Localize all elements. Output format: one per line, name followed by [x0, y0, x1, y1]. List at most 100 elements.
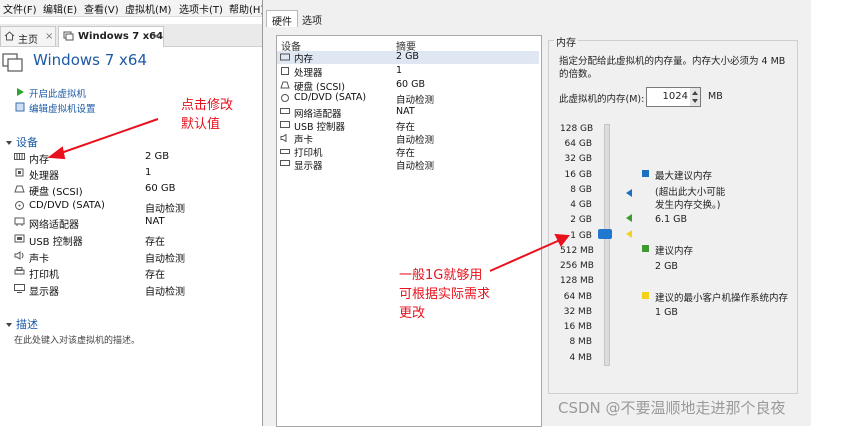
- tick-label: 16 GB: [564, 170, 592, 180]
- memory-slider-track[interactable]: [604, 124, 610, 366]
- tick-label: 128 GB: [560, 124, 594, 134]
- device-row-display[interactable]: 显示器 自动检测: [14, 282, 254, 298]
- power-on-link[interactable]: 开启此虚拟机: [29, 86, 86, 100]
- edit-settings-link[interactable]: 编辑虚拟机设置: [29, 101, 96, 115]
- close-icon[interactable]: ×: [45, 31, 53, 42]
- background: [811, 0, 865, 426]
- close-icon[interactable]: ×: [152, 31, 160, 42]
- disk-icon: [280, 81, 290, 89]
- cd-icon: [15, 201, 24, 210]
- display-icon: [280, 160, 290, 166]
- device-row-memory[interactable]: 内存 2 GB: [14, 150, 254, 166]
- guest-min-marker-icon: [626, 230, 632, 238]
- annotation-line: 默认值: [181, 117, 221, 132]
- memory-input[interactable]: 1024: [646, 87, 692, 107]
- menu-file[interactable]: 文件(F): [3, 1, 37, 16]
- memory-spinner[interactable]: [690, 87, 701, 107]
- collapse-icon[interactable]: [5, 321, 13, 329]
- device-name: 内存: [29, 155, 49, 166]
- annotation-line: 更改: [399, 306, 426, 321]
- device-value: 60 GB: [145, 183, 176, 194]
- sound-icon: [14, 251, 24, 260]
- vm-large-icon: [2, 53, 23, 72]
- memory-help-line: 的倍数。: [559, 69, 598, 80]
- annotation-line: 可根据实际需求: [399, 287, 491, 302]
- hw-row-network[interactable]: 网络适配器 NAT: [277, 106, 539, 120]
- play-icon: [17, 88, 24, 96]
- menu-help[interactable]: 帮助(H): [229, 1, 264, 16]
- hw-name: 打印机: [294, 148, 323, 159]
- device-value: 自动检测: [145, 204, 185, 215]
- max-recommended-note: 发生内存交换。): [655, 200, 721, 211]
- spinner-arrows-icon[interactable]: [690, 88, 700, 106]
- device-row-usb[interactable]: USB 控制器 存在: [14, 232, 254, 248]
- memory-icon: [14, 153, 25, 160]
- hw-value: 2 GB: [396, 51, 419, 62]
- device-value: 2 GB: [145, 151, 170, 162]
- hw-row-memory[interactable]: 内存 2 GB: [277, 51, 539, 65]
- device-name: 硬盘 (SCSI): [29, 187, 83, 198]
- hw-name: 网络适配器: [294, 109, 342, 120]
- tick-label: 32 MB: [563, 307, 592, 317]
- device-value: 自动检测: [145, 254, 185, 265]
- tab-home[interactable]: 主页 ×: [0, 26, 56, 46]
- edit-settings-icon: [15, 102, 25, 112]
- hw-value: 60 GB: [396, 79, 425, 90]
- hw-row-disk[interactable]: 硬盘 (SCSI) 60 GB: [277, 79, 539, 93]
- vm-icon: [63, 31, 74, 41]
- tick-label: 64 GB: [564, 139, 592, 149]
- hw-row-usb[interactable]: USB 控制器 存在: [277, 119, 539, 133]
- cpu-icon: [281, 67, 289, 75]
- hw-row-sound[interactable]: 声卡 自动检测: [277, 132, 539, 146]
- collapse-icon[interactable]: [5, 139, 13, 147]
- device-row-sound[interactable]: 声卡 自动检测: [14, 249, 254, 265]
- device-row-cpu[interactable]: 处理器 1: [14, 166, 254, 182]
- cd-icon: [281, 94, 289, 102]
- disk-icon: [14, 185, 25, 193]
- max-recommended-value: 6.1 GB: [655, 214, 688, 225]
- hw-value: 自动检测: [396, 135, 435, 146]
- tab-options[interactable]: 选项: [297, 10, 327, 27]
- tab-vm[interactable]: Windows 7 x64 ×: [58, 26, 164, 47]
- device-row-disk[interactable]: 硬盘 (SCSI) 60 GB: [14, 182, 254, 198]
- hw-row-cpu[interactable]: 处理器 1: [277, 65, 539, 79]
- devices-header: 设备: [16, 136, 38, 149]
- device-row-cd[interactable]: CD/DVD (SATA) 自动检测: [14, 199, 254, 215]
- device-name: 网络适配器: [29, 220, 79, 231]
- tab-strip: 主页 × Windows 7 x64 ×: [0, 24, 262, 47]
- max-recommended-label: 最大建议内存: [655, 171, 713, 182]
- description-field[interactable]: 在此处键入对该虚拟机的描述。: [14, 333, 140, 346]
- menu-view[interactable]: 查看(V): [84, 1, 119, 16]
- device-value: NAT: [145, 216, 165, 227]
- sound-icon: [280, 134, 287, 142]
- vm-title: Windows 7 x64: [33, 51, 148, 69]
- hw-name: 显示器: [294, 161, 323, 172]
- arrow-to-memory: [57, 118, 159, 155]
- recommended-value: 2 GB: [655, 261, 678, 272]
- recommended-label: 建议内存: [655, 246, 694, 257]
- hw-name: USB 控制器: [294, 122, 346, 133]
- menu-tabs[interactable]: 选项卡(T): [179, 1, 223, 16]
- hw-row-cd[interactable]: CD/DVD (SATA) 自动检测: [277, 92, 539, 106]
- memory-input-value: 1024: [662, 91, 688, 102]
- hw-row-display[interactable]: 显示器 自动检测: [277, 158, 539, 172]
- hw-row-printer[interactable]: 打印机 存在: [277, 145, 539, 159]
- display-icon: [14, 284, 25, 293]
- tick-label: 512 MB: [560, 246, 594, 256]
- annotation-line: 一般1G就够用: [399, 268, 483, 283]
- tab-vm-label: Windows 7 x64: [78, 31, 164, 42]
- hardware-list[interactable]: 设备 摘要 内存 2 GB 处理器 1 硬盘 (SCSI) 60 GB CD/D…: [276, 35, 542, 427]
- tab-home-label: 主页: [18, 35, 38, 46]
- memory-slider-thumb[interactable]: [598, 229, 612, 239]
- menu-edit[interactable]: 编辑(E): [43, 1, 77, 16]
- tick-label: 32 GB: [564, 154, 592, 164]
- tick-label: 4 GB: [570, 200, 592, 210]
- tab-hardware[interactable]: 硬件: [266, 10, 298, 28]
- memory-help-line: 指定分配给此虚拟机的内存量。内存大小必须为 4 MB: [559, 56, 786, 67]
- device-row-network[interactable]: 网络适配器 NAT: [14, 215, 254, 231]
- tick-label: 8 GB: [570, 185, 592, 195]
- menu-vm[interactable]: 虚拟机(M): [125, 1, 171, 16]
- guest-min-legend-swatch: [642, 292, 649, 299]
- device-name: 打印机: [29, 270, 59, 281]
- device-row-printer[interactable]: 打印机 存在: [14, 265, 254, 281]
